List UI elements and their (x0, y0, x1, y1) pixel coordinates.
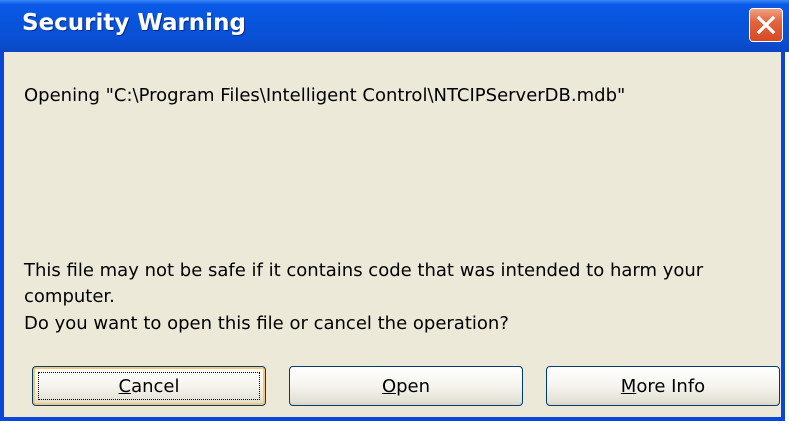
cancel-button[interactable]: Cancel (32, 366, 266, 406)
warning-text-line-1: This file may not be safe if it contains… (24, 260, 704, 281)
security-warning-dialog: Security Warning Opening "C:\Program Fil… (0, 0, 789, 421)
close-button[interactable] (749, 8, 783, 42)
open-button-label: Open (382, 376, 430, 397)
more-info-label-rest: ore Info (636, 375, 706, 397)
more-info-button-label: More Info (621, 376, 705, 397)
cancel-mnemonic: C (118, 375, 132, 397)
close-icon (756, 15, 776, 35)
warning-text-line-2: computer. (24, 286, 115, 307)
more-info-button[interactable]: More Info (546, 366, 780, 406)
title-bar[interactable]: Security Warning (0, 0, 789, 52)
more-info-mnemonic: M (620, 375, 637, 397)
open-button[interactable]: Open (289, 366, 523, 406)
dialog-title: Security Warning (22, 10, 246, 36)
opening-file-path-text: Opening "C:\Program Files\Intelligent Co… (24, 85, 626, 106)
cancel-label-rest: ancel (131, 375, 180, 397)
open-label-rest: pen (396, 375, 431, 397)
confirmation-question-text: Do you want to open this file or cancel … (24, 313, 509, 334)
cancel-button-label: Cancel (119, 376, 180, 397)
open-mnemonic: O (381, 375, 397, 397)
